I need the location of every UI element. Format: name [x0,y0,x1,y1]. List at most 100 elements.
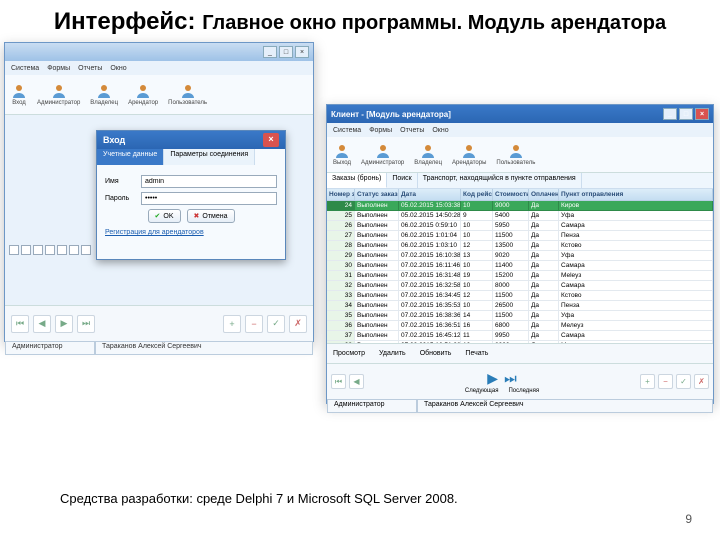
label-username: Имя [105,178,141,185]
toolbar-item[interactable]: Выход [333,143,351,166]
next-icon[interactable]: ▶ [55,315,73,333]
table-row[interactable]: 28Выполнен06.02.2015 1:03:101213500ДаКст… [327,241,713,251]
column-header[interactable]: Номер заказа [327,189,355,201]
add-icon[interactable]: + [223,315,241,333]
menu-item[interactable]: Отчеты [78,65,102,72]
statusbar-right: Администратор Тараканов Алексей Сергееви… [327,399,713,413]
cancel-icon[interactable]: ✗ [289,315,307,333]
menu-item[interactable]: Окно [432,127,448,134]
delete-button[interactable]: Удалить [379,350,406,357]
menu-item[interactable]: Отчеты [400,127,424,134]
column-header[interactable]: Статус заказа [355,189,399,201]
toolbar-item[interactable]: Вход [11,83,27,106]
last-page-icon[interactable]: ⏭ [504,370,517,387]
menu-item[interactable]: Система [333,127,361,134]
table-row[interactable]: 31Выполнен07.02.2015 16:31:481915200ДаМе… [327,271,713,281]
label-password: Пароль [105,195,141,202]
prev-icon[interactable]: ◀ [349,374,364,389]
table-row[interactable]: 34Выполнен07.02.2015 16:35:531026500ДаПе… [327,301,713,311]
table-row[interactable]: 38Выполнен07.02.2015 16:51:38128300ДаМос… [327,341,713,343]
menubar-right: Система Формы Отчеты Окно [327,123,713,137]
register-link[interactable]: Регистрация для арендаторов [105,229,204,236]
save-icon[interactable]: ✓ [676,374,691,389]
toolbar-right: Выход Администратор Владелец Арендаторы Поль… [327,137,713,173]
print-button[interactable]: Печать [465,350,488,357]
cancel-button[interactable]: ✖Отмена [187,209,235,223]
column-header[interactable]: Дата [399,189,461,201]
table-row[interactable]: 33Выполнен07.02.2015 16:34:451211500ДаКс… [327,291,713,301]
column-header[interactable]: Стоимость [493,189,529,201]
toolbar-item[interactable]: Владелец [90,83,118,106]
ok-button[interactable]: ✔OK [148,209,181,223]
close-icon[interactable]: × [695,108,709,120]
footer-note: Средства разработки: среде Delphi 7 и Mi… [60,491,458,506]
table-row[interactable]: 30Выполнен07.02.2015 16:11:461011400ДаСа… [327,261,713,271]
tab-orders[interactable]: Заказы (бронь) [327,173,387,188]
orders-grid[interactable]: Номер заказаСтатус заказаДатаКод рейсаСт… [327,189,713,343]
cancel-icon[interactable]: ✗ [694,374,709,389]
menu-item[interactable]: Формы [47,65,70,72]
column-header[interactable]: Код рейса [461,189,493,201]
slide-title: Интерфейс: Главное окно программы. Модул… [0,0,720,36]
status-user: Тараканов Алексей Сергеевич [417,399,713,413]
tab-credentials[interactable]: Учетные данные [97,149,164,165]
close-icon[interactable]: × [263,133,279,147]
delete-icon[interactable]: − [245,315,263,333]
toolbar-item[interactable]: Владелец [414,143,442,166]
toolbar-item[interactable]: Арендаторы [452,143,486,166]
username-field[interactable] [141,175,277,188]
minimize-icon[interactable]: _ [663,108,677,120]
view-button[interactable]: Просмотр [333,350,365,357]
table-row[interactable]: 37Выполнен07.02.2015 16:45:12119950ДаСам… [327,331,713,341]
toolbar-item[interactable]: Пользователь [496,143,535,166]
maximize-icon[interactable]: □ [279,46,293,58]
close-icon[interactable]: × [295,46,309,58]
minimize-icon[interactable]: _ [263,46,277,58]
table-row[interactable]: 32Выполнен07.02.2015 16:32:58108000ДаСам… [327,281,713,291]
toolbar-item[interactable]: Арендатор [128,83,158,106]
titlebar-right[interactable]: Клиент - [Модуль арендатора] _ □ × [327,105,713,123]
label-last: Последняя [508,388,539,394]
table-row[interactable]: 26Выполнен06.02.2015 0:59:10105950ДаСама… [327,221,713,231]
toolbar-item[interactable]: Администратор [361,143,404,166]
menu-item[interactable]: Окно [110,65,126,72]
toolbar-item[interactable]: Пользователь [168,83,207,106]
table-row[interactable]: 27Выполнен06.02.2015 1:01:041011500ДаПен… [327,231,713,241]
password-field[interactable] [141,192,277,205]
add-icon[interactable]: + [640,374,655,389]
table-row[interactable]: 24Выполнен05.02.2015 15:03:38109000ДаКир… [327,201,713,211]
menu-item[interactable]: Формы [369,127,392,134]
menu-item[interactable]: Система [11,65,39,72]
bottom-nav-left: ⏮ ◀ ▶ ⏭ + − ✓ ✗ [5,305,313,341]
column-header[interactable]: Пункт отправления [559,189,713,201]
maximize-icon[interactable]: □ [679,108,693,120]
admin-icon [375,143,391,159]
table-row[interactable]: 36Выполнен07.02.2015 16:36:51166800ДаМел… [327,321,713,331]
table-row[interactable]: 25Выполнен05.02.2015 14:50:2895400ДаУфа [327,211,713,221]
page-number: 9 [685,512,692,526]
logout-icon [334,143,350,159]
tab-search[interactable]: Поиск [387,173,417,188]
status-role: Администратор [327,399,417,413]
action-bar: Просмотр Удалить Обновить Печать [327,343,713,363]
save-icon[interactable]: ✓ [267,315,285,333]
table-row[interactable]: 35Выполнен07.02.2015 16:38:361411500ДаУф… [327,311,713,321]
first-icon[interactable]: ⏮ [11,315,29,333]
prev-icon[interactable]: ◀ [33,315,51,333]
first-icon[interactable]: ⏮ [331,374,346,389]
login-title: Вход [103,135,125,145]
next-page-icon[interactable]: ▶ [487,370,498,387]
table-row[interactable]: 29Выполнен07.02.2015 16:10:38139020ДаУфа [327,251,713,261]
window-title: Клиент - [Модуль арендатора] [331,110,451,119]
delete-icon[interactable]: − [658,374,673,389]
toolbar-item[interactable]: Администратор [37,83,80,106]
refresh-button[interactable]: Обновить [420,350,452,357]
login-titlebar[interactable]: Вход × [97,131,285,149]
tab-connection[interactable]: Параметры соединения [164,149,255,165]
mdi-tabs[interactable] [9,245,91,255]
last-icon[interactable]: ⏭ [77,315,95,333]
titlebar-left[interactable]: _ □ × [5,43,313,61]
tab-transport[interactable]: Транспорт, находящийся в пункте отправле… [418,173,582,188]
column-header[interactable]: Оплачено [529,189,559,201]
status-user: Тараканов Алексей Сергеевич [95,341,313,355]
